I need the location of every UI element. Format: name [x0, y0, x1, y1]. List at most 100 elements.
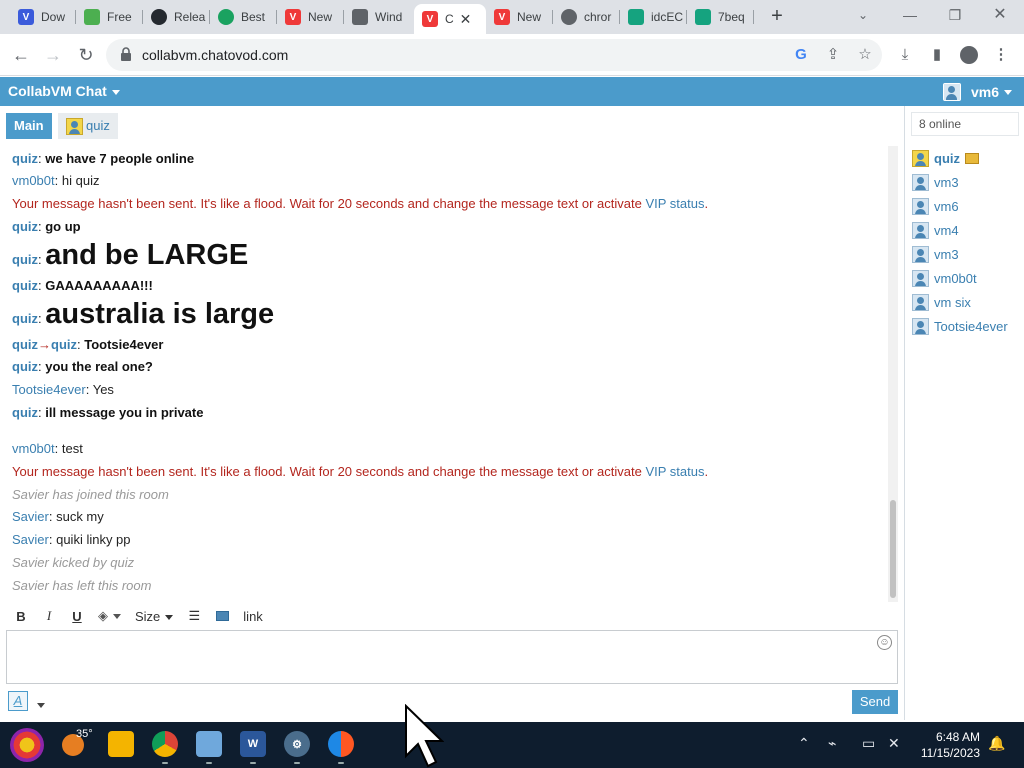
browser-tab[interactable]: V New	[277, 4, 344, 30]
minimize-button[interactable]: —	[890, 4, 930, 26]
underline-button[interactable]: U	[70, 609, 84, 624]
crown-icon	[965, 152, 979, 164]
vivaldi-icon: V	[285, 9, 301, 25]
chevron-down-icon[interactable]	[32, 697, 45, 712]
network-icon[interactable]: ⌁	[828, 735, 836, 752]
profile-avatar[interactable]	[960, 46, 978, 64]
italic-button[interactable]: I	[42, 608, 56, 624]
scrollbar-thumb[interactable]	[890, 500, 896, 598]
system-message: Savier kicked by quiz	[12, 555, 135, 570]
send-button[interactable]: Send	[852, 690, 898, 714]
message-nick[interactable]: quiz	[12, 278, 38, 293]
start-button[interactable]	[10, 728, 44, 762]
user-list-item[interactable]: vm3	[912, 172, 959, 192]
message-nick[interactable]: Savier	[12, 532, 49, 547]
message: vm0b0t: test	[12, 441, 83, 456]
chevron-down-icon	[113, 614, 121, 620]
tab-search-icon[interactable]: ⌄	[843, 4, 883, 26]
browser-app-icon[interactable]	[328, 731, 354, 757]
message-nick[interactable]: Tootsie4ever	[12, 382, 86, 397]
user-icon	[912, 269, 929, 287]
browser-tab[interactable]: Best	[210, 4, 277, 30]
photos-icon[interactable]	[196, 731, 222, 757]
message-input[interactable]: ☺	[6, 630, 898, 684]
back-icon[interactable]: ←	[10, 44, 32, 66]
message-nick[interactable]: quiz	[12, 337, 38, 352]
share-icon[interactable]: ⇪	[824, 46, 842, 64]
forward-icon[interactable]: →	[42, 44, 64, 66]
close-tab-icon[interactable]: ✕	[460, 11, 472, 28]
user-icon	[912, 245, 929, 263]
user-list-item[interactable]: vm4	[912, 220, 959, 240]
bullet-list-icon: ☰	[188, 608, 201, 623]
message-nick[interactable]: quiz	[12, 219, 38, 234]
message-nick[interactable]: quiz	[12, 405, 38, 420]
browser-tab[interactable]: 7beq	[687, 4, 754, 30]
taskbar-clock[interactable]: 6:48 AM 11/15/2023	[921, 729, 980, 761]
chrome-icon[interactable]	[152, 731, 178, 757]
google-icon[interactable]: G	[792, 46, 810, 64]
message-nick[interactable]: quiz	[12, 252, 38, 267]
user-list-item[interactable]: vm3	[912, 244, 959, 264]
user-icon	[66, 117, 83, 135]
tab-private-quiz[interactable]: quiz	[58, 113, 118, 139]
volume-muted-icon[interactable]: ✕	[888, 735, 900, 752]
user-list-item[interactable]: vm0b0t	[912, 268, 977, 288]
browser-tab[interactable]: V New	[486, 4, 553, 30]
bookmark-star-icon[interactable]: ☆	[856, 46, 874, 64]
user-list-item[interactable]: vm6	[912, 196, 959, 216]
formatting-toggle-button[interactable]: A	[8, 691, 28, 711]
word-icon[interactable]: W	[240, 731, 266, 757]
address-bar[interactable]: collabvm.chatovod.com G ⇪ ☆	[106, 39, 882, 71]
user-list-item[interactable]: vm six	[912, 292, 971, 312]
chat-title-menu[interactable]: CollabVM Chat	[8, 83, 120, 99]
new-tab-button[interactable]: +	[767, 6, 787, 26]
font-size-dropdown[interactable]: Size	[135, 609, 174, 624]
vip-status-link[interactable]: VIP status	[645, 196, 704, 211]
user-list-item[interactable]: quiz	[912, 148, 979, 168]
message-nick[interactable]: quiz	[12, 359, 38, 374]
tab-main[interactable]: Main	[6, 113, 52, 139]
bold-button[interactable]: B	[14, 609, 28, 624]
notification-bell-icon[interactable]: 🔔	[988, 735, 1005, 752]
list-button[interactable]: ☰	[187, 608, 201, 624]
file-explorer-icon[interactable]	[108, 731, 134, 757]
screen: V Dow Free Relea Best V New Wind V C ✕ V New …	[0, 0, 1024, 768]
download-icon[interactable]: ⤓	[896, 46, 914, 64]
smiley-icon[interactable]: ☺	[877, 635, 892, 650]
user-menu[interactable]: vm6	[942, 83, 1012, 101]
side-panel-icon[interactable]: ▮	[928, 46, 946, 64]
editor-toolbar: B I U ◈ Size ☰ link	[6, 604, 898, 628]
image-button[interactable]	[215, 609, 229, 624]
vivaldi-icon: V	[494, 9, 510, 25]
browser-tab[interactable]: idcEC	[620, 4, 687, 30]
message-nick[interactable]: vm0b0t	[12, 441, 55, 456]
browser-tab[interactable]: Wind	[344, 4, 414, 30]
settings-gear-icon[interactable]: ⚙	[284, 731, 310, 757]
message-nick[interactable]: quiz	[12, 311, 38, 326]
close-window-button[interactable]: ✕	[980, 4, 1020, 26]
restore-button[interactable]: ❐	[935, 4, 975, 26]
reload-icon[interactable]: ↻	[75, 44, 97, 66]
display-icon[interactable]: ▭	[862, 735, 875, 752]
browser-tab[interactable]: chror	[553, 4, 620, 30]
menu-kebab-icon[interactable]: ⋮	[992, 46, 1010, 64]
message-nick[interactable]: Savier	[12, 509, 49, 524]
tray-chevron-up-icon[interactable]: ⌃	[798, 735, 810, 752]
browser-tab[interactable]: V Dow	[10, 4, 76, 30]
vip-status-link[interactable]: VIP status	[645, 464, 704, 479]
message: quiz: australia is large	[12, 298, 275, 330]
browser-tab-active[interactable]: V C ✕	[414, 4, 486, 34]
message-nick[interactable]: quiz	[12, 151, 38, 166]
message-recipient[interactable]: quiz	[51, 337, 77, 352]
message-nick[interactable]: vm0b0t	[12, 173, 55, 188]
user-list-item[interactable]: Tootsie4ever	[912, 316, 1008, 336]
text-color-button[interactable]: ◈	[98, 608, 121, 624]
link-button[interactable]: link	[243, 609, 263, 624]
browser-tab[interactable]: Free	[76, 4, 143, 30]
message: Savier: suck my	[12, 509, 104, 524]
browser-tab[interactable]: Relea	[143, 4, 210, 30]
chevron-down-icon	[111, 89, 120, 95]
user-avatar-icon	[942, 83, 961, 101]
message: quiz: we have 7 people online	[12, 151, 195, 166]
